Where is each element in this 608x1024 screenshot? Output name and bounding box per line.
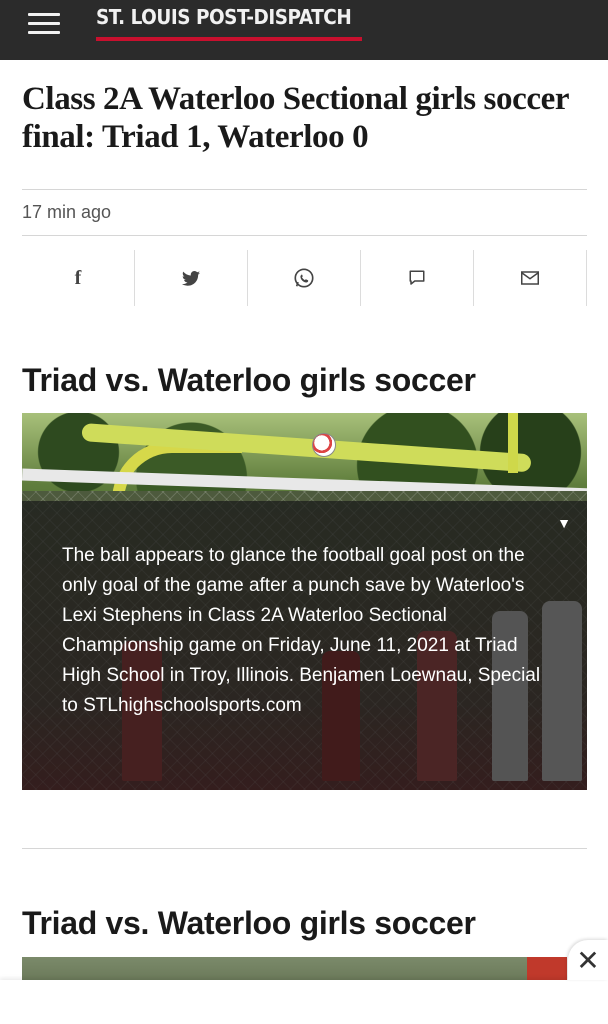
soccer-ball-image [312, 433, 336, 457]
close-icon: ✕ [576, 943, 600, 977]
facebook-icon: f [74, 266, 82, 289]
divider [22, 848, 587, 849]
comments-button[interactable] [360, 250, 473, 306]
comment-icon [409, 270, 425, 285]
site-logo[interactable]: ST. LOUIS POST-DISPATCH [96, 5, 352, 29]
article-timestamp: 17 min ago [22, 202, 112, 222]
article-headline: Class 2A Waterloo Sectional girls soccer… [22, 81, 569, 155]
logo-underline [96, 37, 362, 41]
divider [22, 189, 587, 190]
divider [22, 235, 587, 236]
photo-caption: The ball appears to glance the football … [62, 545, 541, 716]
gallery-title: Triad vs. Waterloo girls soccer [22, 362, 476, 398]
photo-caption-overlay: ▼ The ball appears to glance the footbal… [22, 501, 587, 790]
share-facebook-button[interactable]: f [22, 250, 134, 306]
share-toolbar: f [22, 250, 587, 306]
hamburger-menu-icon[interactable] [28, 13, 60, 37]
close-ad-button[interactable]: ✕ [568, 940, 608, 980]
share-twitter-button[interactable] [134, 250, 247, 306]
share-email-button[interactable] [473, 250, 587, 306]
email-icon [521, 271, 539, 285]
whatsapp-icon [294, 268, 314, 288]
gallery-title-2: Triad vs. Waterloo girls soccer [22, 905, 476, 941]
gallery-photo[interactable]: ▼ The ball appears to glance the footbal… [22, 413, 587, 790]
top-nav-bar: ST. LOUIS POST-DISPATCH [0, 0, 608, 60]
bottom-ad-banner[interactable] [0, 980, 608, 1024]
caption-collapse-icon[interactable]: ▼ [557, 515, 571, 531]
twitter-icon [182, 270, 200, 286]
share-whatsapp-button[interactable] [247, 250, 360, 306]
